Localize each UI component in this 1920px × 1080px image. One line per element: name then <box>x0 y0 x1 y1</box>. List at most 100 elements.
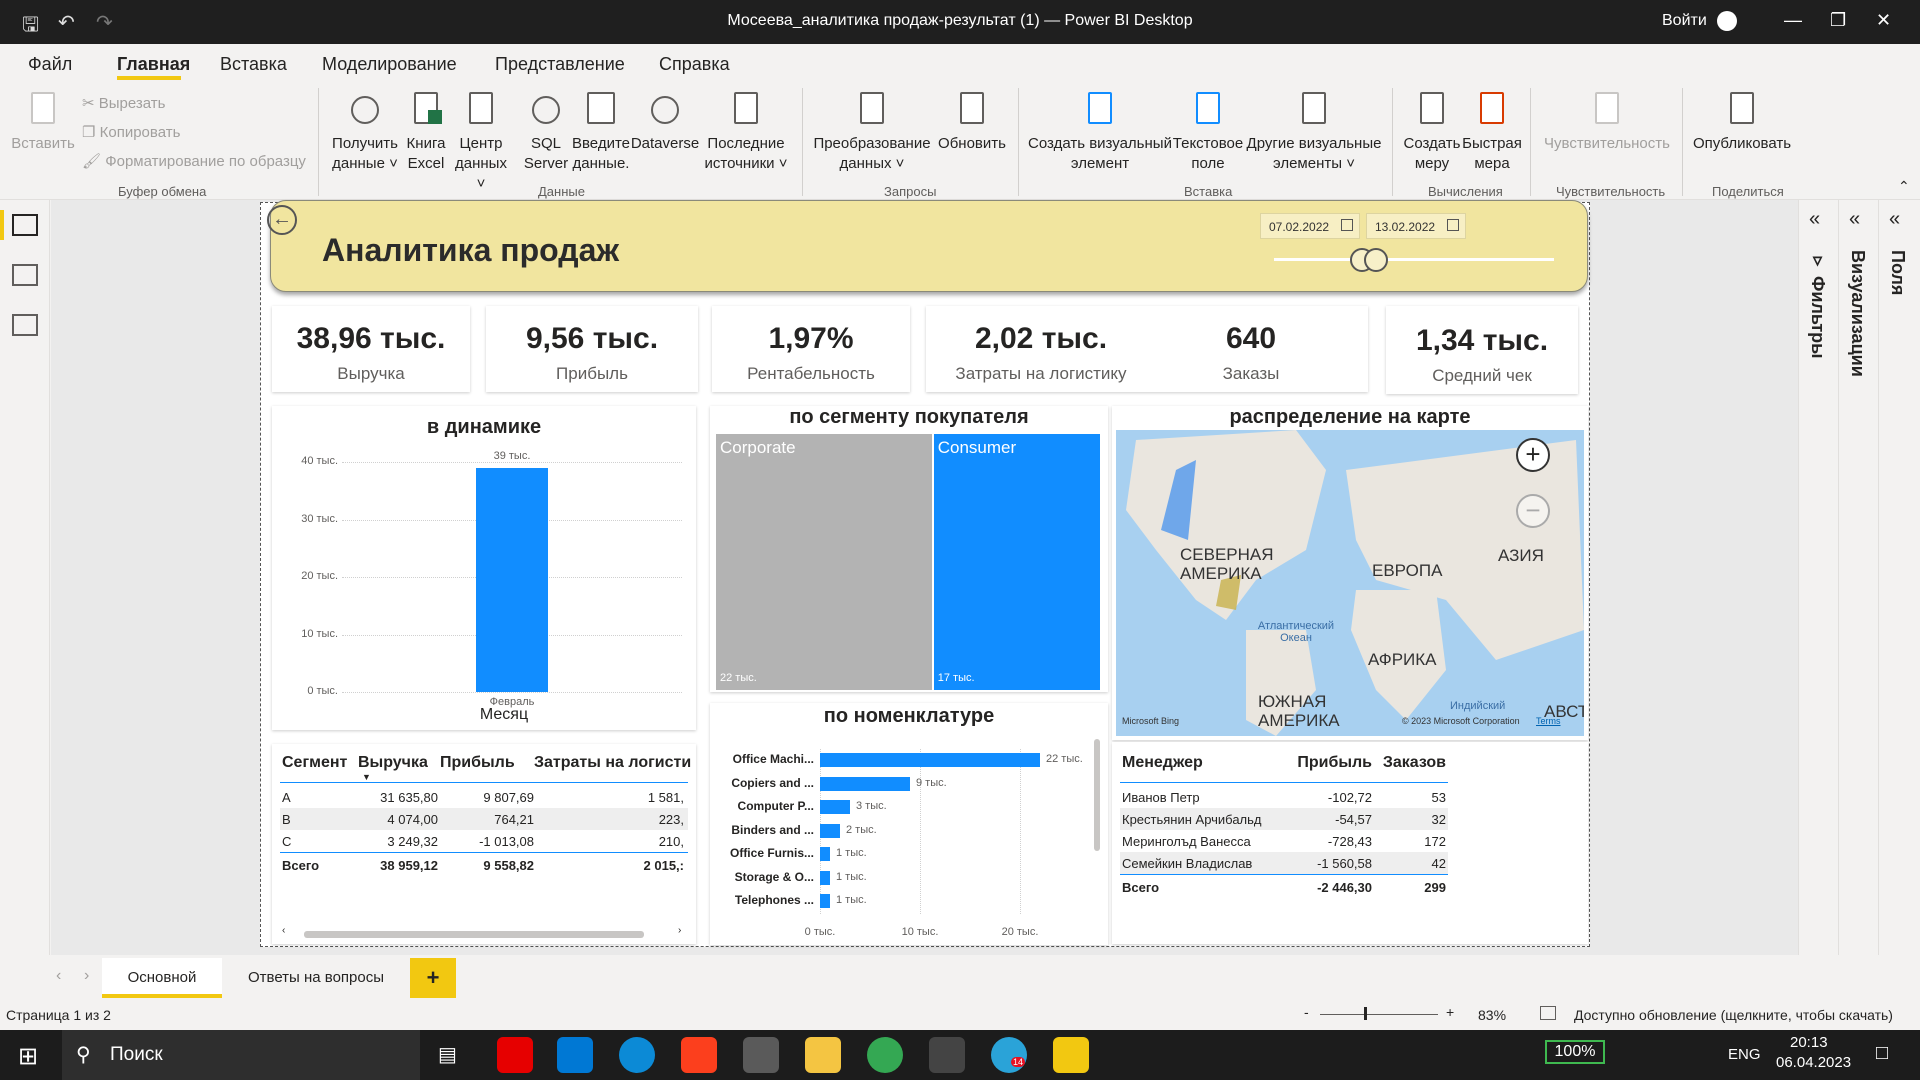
quick-measure-button[interactable]: Быстрая мера <box>1462 90 1522 174</box>
store-icon[interactable] <box>743 1037 779 1073</box>
get-data-button[interactable]: Получить данные ˅ <box>328 90 402 174</box>
bar[interactable] <box>820 847 830 861</box>
avatar[interactable] <box>1717 11 1737 31</box>
new-visual-button[interactable]: Создать визуальный элемент <box>1028 90 1172 174</box>
refresh-button[interactable]: Обновить <box>934 90 1010 154</box>
horizontal-scrollbar[interactable]: ‹ › <box>282 925 692 940</box>
zoom-slider[interactable] <box>1320 1014 1438 1015</box>
date-to-input[interactable]: 13.02.2022 <box>1366 213 1466 239</box>
taskbar-search[interactable]: ⚲ Поиск <box>62 1030 420 1080</box>
calendar-icon[interactable] <box>1341 219 1353 231</box>
date-from-input[interactable]: 07.02.2022 <box>1260 213 1360 239</box>
dataverse-button[interactable]: Dataverse <box>630 90 700 154</box>
fields-pane[interactable]: « Поля <box>1878 200 1920 955</box>
bar[interactable] <box>820 823 840 838</box>
table-row[interactable]: Иванов Петр -102,72 53 <box>1120 786 1448 808</box>
collapse-filters-icon[interactable]: « <box>1809 208 1820 231</box>
visualizations-pane[interactable]: « Визуализации <box>1838 200 1878 955</box>
enter-data-button[interactable]: Введите данные. <box>570 90 632 174</box>
transform-data-button[interactable]: Преобразование данных ˅ <box>812 90 932 174</box>
tab-file[interactable]: Файл <box>28 54 72 75</box>
filters-pane[interactable]: « ▿ Фильтры <box>1798 200 1838 955</box>
map-canvas[interactable]: СЕВЕРНАЯ АМЕРИКА ЕВРОПА АЗИЯ Атлантическ… <box>1116 430 1584 736</box>
page-tab-main[interactable]: Основной <box>102 958 222 998</box>
table-row[interactable]: C 3 249,32 -1 013,08 210, <box>280 830 688 852</box>
collapse-visualizations-icon[interactable]: « <box>1849 208 1860 231</box>
prev-page-icon[interactable]: ‹ <box>56 967 61 985</box>
explorer-icon[interactable] <box>805 1037 841 1073</box>
zoom-out-icon[interactable]: − <box>1516 494 1550 528</box>
column-header[interactable]: Сегмент <box>282 754 356 772</box>
textbox-button[interactable]: Текстовое поле <box>1172 90 1244 174</box>
kpi-orders[interactable]: 640 Заказы <box>1176 322 1326 384</box>
power-bi-icon[interactable] <box>1053 1037 1089 1073</box>
tab-modeling[interactable]: Моделирование <box>322 54 457 75</box>
chart-segment[interactable]: по сегменту покупателя Corporate 22 тыс. C… <box>710 406 1108 692</box>
treemap-tile[interactable]: Consumer 17 тыс. <box>933 434 1100 690</box>
column-header[interactable]: Прибыль <box>440 754 534 772</box>
close-icon[interactable]: ✕ <box>1876 10 1891 31</box>
telegram-icon[interactable]: 14 <box>991 1037 1027 1073</box>
model-view-icon[interactable] <box>12 314 38 336</box>
zoom-slider-handle[interactable] <box>1364 1007 1367 1020</box>
sign-in-link[interactable]: Войти <box>1662 12 1707 30</box>
excel-button[interactable]: Книга Excel <box>403 90 449 174</box>
kpi-card-profit[interactable]: 9,56 тыс. Прибыль <box>486 306 698 392</box>
zoom-in-button[interactable]: + <box>1446 1004 1454 1020</box>
table-row[interactable]: Крестьянин Арчибальд -54,57 32 <box>1120 808 1448 830</box>
page-tab-answers[interactable]: Ответы на вопросы <box>226 958 406 998</box>
edge-icon[interactable] <box>619 1037 655 1073</box>
yandex-icon[interactable] <box>681 1037 717 1073</box>
kpi-card-average-check[interactable]: 1,34 тыс. Средний чек <box>1386 306 1578 394</box>
publish-button[interactable]: Опубликовать <box>1690 90 1794 154</box>
bar[interactable] <box>820 870 830 885</box>
bar[interactable] <box>820 894 830 908</box>
tab-insert[interactable]: Вставка <box>220 54 287 75</box>
app-icon[interactable] <box>929 1037 965 1073</box>
sensitivity-button[interactable]: Чувствительность <box>1540 90 1674 154</box>
scrollbar-thumb[interactable] <box>304 931 644 938</box>
chart-nomenclature[interactable]: по номенклатуре 0 тыс. 10 тыс. 20 тыс. Offi… <box>710 703 1108 945</box>
kpi-card-revenue[interactable]: 38,96 тыс. Выручка <box>272 306 470 392</box>
notifications-icon[interactable]: □ <box>1876 1042 1888 1065</box>
bar[interactable] <box>820 776 910 791</box>
date-slider-track[interactable] <box>1274 258 1554 261</box>
column-header[interactable]: Прибыль <box>1282 754 1372 772</box>
bar[interactable] <box>820 800 850 814</box>
manager-table[interactable]: Менеджер Прибыль Заказов Иванов Петр -102,72… <box>1112 742 1588 944</box>
table-row[interactable]: Меринголъд Ванесса -728,43 172 <box>1120 830 1448 852</box>
zoom-in-icon[interactable]: + <box>1516 438 1550 472</box>
next-page-icon[interactable]: › <box>84 967 89 985</box>
task-view-icon[interactable]: ▤ <box>438 1042 457 1067</box>
back-arrow-icon[interactable]: ← <box>267 205 297 235</box>
zoom-out-button[interactable]: - <box>1304 1004 1309 1020</box>
report-view-icon[interactable] <box>12 214 38 236</box>
table-row[interactable]: B 4 074,00 764,21 223, <box>280 808 688 830</box>
calendar-icon[interactable] <box>1447 219 1459 231</box>
column-header[interactable]: Затраты на логисти <box>534 754 694 772</box>
tab-view[interactable]: Представление <box>495 54 625 75</box>
data-view-icon[interactable] <box>12 264 38 286</box>
chart-dynamics[interactable]: в динамике 0 тыс. 10 тыс. 20 тыс. 30 тыс. 40… <box>272 406 696 730</box>
more-visuals-button[interactable]: Другие визуальные элементы ˅ <box>1246 90 1382 174</box>
sql-server-button[interactable]: SQL Server <box>520 90 572 174</box>
bar[interactable] <box>476 467 548 692</box>
mail-icon[interactable] <box>557 1037 593 1073</box>
table-row[interactable]: Семейкин Владислав -1 560,58 42 <box>1120 852 1448 874</box>
treemap-tile[interactable]: Corporate 22 тыс. <box>716 434 932 690</box>
date-slider-end-handle[interactable] <box>1364 248 1388 272</box>
table-row[interactable]: A 31 635,80 9 807,69 1 581, <box>280 786 688 808</box>
yandex-browser-icon[interactable] <box>497 1037 533 1073</box>
scrollbar[interactable] <box>1094 739 1100 851</box>
new-measure-button[interactable]: Создать меру <box>1400 90 1464 174</box>
tab-home[interactable]: Главная <box>117 54 190 75</box>
scroll-left-icon[interactable]: ‹ <box>282 925 285 936</box>
map-visual[interactable]: распределение на карте СЕВЕРНАЯ АМЕРИКА … <box>1112 406 1588 740</box>
fit-page-icon[interactable] <box>1540 1006 1556 1020</box>
format-painter-button[interactable]: 🖌 Форматирование по образцу <box>82 152 306 170</box>
battery-indicator[interactable]: 100% <box>1545 1040 1605 1064</box>
restore-icon[interactable]: ❐ <box>1830 10 1846 31</box>
column-header[interactable]: Менеджер <box>1122 754 1282 772</box>
column-header[interactable]: Заказов <box>1372 754 1446 772</box>
language-indicator[interactable]: ENG <box>1728 1046 1761 1063</box>
